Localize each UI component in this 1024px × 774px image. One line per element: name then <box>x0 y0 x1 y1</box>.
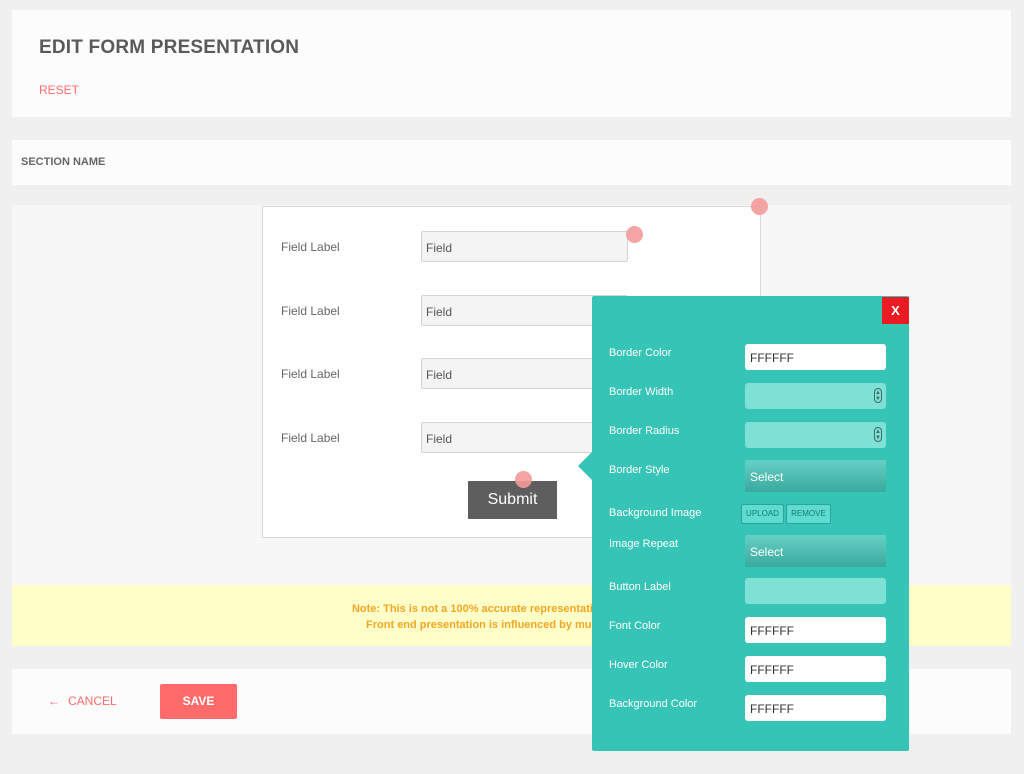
border-radius-input[interactable]: ▲ ▼ <box>745 422 886 448</box>
header-panel: EDIT FORM PRESENTATION RESET <box>12 10 1011 117</box>
background-image-label: Background Image <box>609 507 702 519</box>
close-button[interactable]: X <box>882 297 909 324</box>
border-style-label: Border Style <box>609 464 670 476</box>
border-width-input[interactable]: ▲ ▼ <box>745 383 886 409</box>
field-label: Field Label <box>281 304 340 318</box>
cancel-label: CANCEL <box>68 694 117 708</box>
field-label: Field Label <box>281 367 340 381</box>
field-input[interactable]: Field <box>421 231 628 262</box>
section-bar: SECTION NAME <box>12 140 1011 185</box>
hover-color-label: Hover Color <box>609 659 668 671</box>
submit-button[interactable]: Submit <box>468 481 557 519</box>
reset-link[interactable]: RESET <box>39 83 79 97</box>
border-style-select[interactable]: Select <box>745 460 886 492</box>
border-color-input[interactable]: FFFFFF <box>745 344 886 370</box>
form-field-row: Field Label Field <box>263 231 760 263</box>
popup-caret <box>578 452 592 480</box>
spinner-icon[interactable]: ▲ ▼ <box>874 388 882 403</box>
font-color-label: Font Color <box>609 620 661 632</box>
cancel-link[interactable]: ← CANCEL <box>48 694 117 708</box>
arrow-left-icon: ← <box>48 694 60 708</box>
upload-button[interactable]: UPLOAD <box>741 504 784 524</box>
field-label: Field Label <box>281 240 340 254</box>
background-color-label: Background Color <box>609 698 698 710</box>
image-repeat-select[interactable]: Select <box>745 535 886 567</box>
save-button[interactable]: SAVE <box>160 684 237 719</box>
spinner-icon[interactable]: ▲ ▼ <box>874 427 882 442</box>
hotspot-dot[interactable] <box>626 226 643 243</box>
section-name: SECTION NAME <box>21 156 106 168</box>
border-color-label: Border Color <box>609 347 672 359</box>
button-label-input[interactable] <box>745 578 886 604</box>
hotspot-dot[interactable] <box>515 471 532 488</box>
button-label-label: Button Label <box>609 581 671 593</box>
remove-button[interactable]: REMOVE <box>786 504 831 524</box>
page-title: EDIT FORM PRESENTATION <box>39 37 300 58</box>
border-width-label: Border Width <box>609 386 674 398</box>
image-repeat-label: Image Repeat <box>609 538 679 550</box>
hotspot-dot[interactable] <box>751 198 768 215</box>
hover-color-input[interactable]: FFFFFF <box>745 656 886 682</box>
field-label: Field Label <box>281 431 340 445</box>
font-color-input[interactable]: FFFFFF <box>745 617 886 643</box>
background-color-input[interactable]: FFFFFF <box>745 695 886 721</box>
style-settings-popup: X Border Color FFFFFF Border Width ▲ ▼ Bo… <box>578 296 909 751</box>
border-radius-label: Border Radius <box>609 425 680 437</box>
